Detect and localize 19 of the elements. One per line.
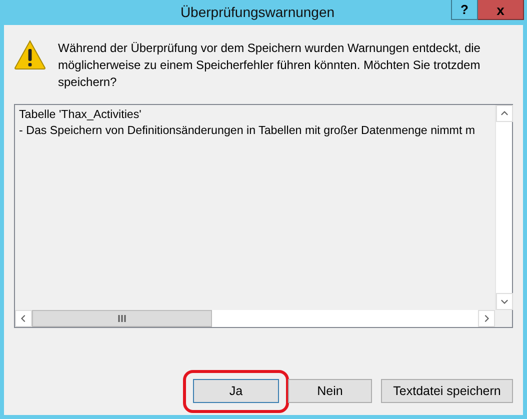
details-line: Tabelle 'Thax_Activities' <box>19 107 142 123</box>
details-text-area[interactable]: Tabelle 'Thax_Activities' - Das Speichern von Definitionsänderungen in Tabellen mit großer Datenmenge nimmt m <box>14 104 513 328</box>
grip-icon <box>118 315 126 322</box>
window-title: Überprüfungswarnungen <box>179 3 336 22</box>
vertical-scrollbar[interactable] <box>495 105 512 310</box>
scrollbar-thumb[interactable] <box>32 310 212 327</box>
dialog-button[interactable]: Ja <box>193 379 279 403</box>
dialog-button[interactable]: Textdatei speichern <box>381 379 513 403</box>
help-button[interactable]: ? <box>451 0 478 20</box>
close-button[interactable]: x <box>478 0 524 20</box>
details-line: - Das Speichern von Definitionsänderungen in Tabellen mit großer Datenmenge nimmt m <box>19 123 476 139</box>
scroll-up-icon[interactable] <box>496 105 513 122</box>
scroll-right-icon[interactable] <box>478 310 495 327</box>
dialog-button[interactable]: Nein <box>288 379 372 403</box>
scroll-down-icon[interactable] <box>496 293 513 310</box>
scroll-left-icon[interactable] <box>15 310 32 327</box>
horizontal-scrollbar[interactable] <box>15 310 495 327</box>
warning-message: Während der Überprüfung vor dem Speichern wurden Warnungen entdeckt, die möglicherweise zu einem Speicherfehler führen könnten. Möchten Sie trotzdem speichern? <box>58 40 482 91</box>
warning-icon <box>14 40 46 70</box>
